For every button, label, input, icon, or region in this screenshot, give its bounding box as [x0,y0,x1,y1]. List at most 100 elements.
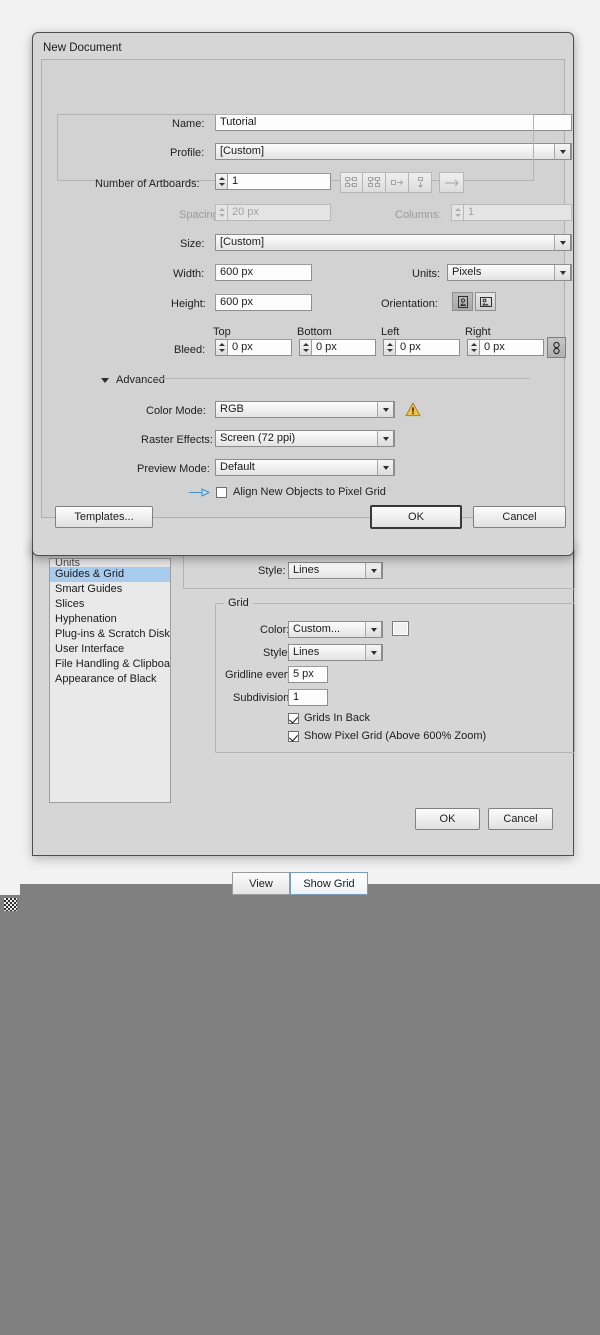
templates-button[interactable]: Templates... [55,506,153,528]
chevron-down-icon[interactable] [554,234,571,251]
advanced-label: Advanced [116,374,165,386]
artboards-stepper[interactable]: 1 [215,173,331,190]
width-input[interactable]: 600 px [215,264,312,281]
prefs-ok-button[interactable]: OK [415,808,480,830]
align-pixel-grid-row[interactable]: Align New Objects to Pixel Grid [188,486,386,498]
bleed-top-label: Top [213,326,231,338]
grids-in-back-checkbox[interactable] [288,712,299,724]
sidebar-item-plugins-scratch-disks[interactable]: Plug-ins & Scratch Disks [50,627,170,642]
bleed-bottom-input[interactable]: 0 px [311,339,376,356]
bleed-left-label: Left [381,326,400,338]
spacing-spinner [215,204,227,221]
cancel-button[interactable]: Cancel [473,506,566,528]
tab-show-grid[interactable]: Show Grid [290,872,368,895]
link-bleed-values-icon[interactable] [547,337,566,358]
show-pixel-grid-checkbox[interactable] [288,730,299,742]
bleed-left-stepper[interactable]: 0 px [383,339,460,356]
align-pixel-grid-checkbox[interactable] [216,486,227,498]
gridline-every-input[interactable]: 5 px [288,666,328,683]
units-select[interactable]: Pixels [447,264,572,281]
grid-color-select[interactable]: Custom... [288,621,383,638]
preview-mode-label: Preview Mode: [137,463,210,475]
grid-group-title: Grid [224,597,253,609]
sidebar-item-smart-guides[interactable]: Smart Guides [50,582,170,597]
bleed-right-input[interactable]: 0 px [479,339,544,356]
grids-in-back-row[interactable]: Grids In Back [288,712,370,724]
chevron-down-icon[interactable] [377,430,394,447]
resize-grip-icon[interactable] [4,898,17,911]
sidebar-item-units[interactable]: Units [50,559,170,567]
bleed-right-stepper[interactable]: 0 px [467,339,544,356]
preferences-dialog: Units Guides & Grid Smart Guides Slices … [32,540,575,856]
grid-style-label: Style: [263,647,291,659]
artboard-layout-buttons[interactable] [340,172,432,193]
sidebar-item-file-handling-clipboard[interactable]: File Handling & Clipboard [50,657,170,672]
bleed-top-spinner[interactable] [215,339,227,356]
sidebar-item-hyphenation[interactable]: Hyphenation [50,612,170,627]
size-value: [Custom] [220,236,265,248]
bleed-right-label: Right [465,326,491,338]
show-pixel-grid-row[interactable]: Show Pixel Grid (Above 600% Zoom) [288,730,486,742]
chevron-down-icon[interactable] [365,621,382,638]
new-document-dialog-title: New Document [43,42,122,54]
preview-mode-select[interactable]: Default [215,459,395,476]
color-mode-value: RGB [220,403,244,415]
raster-effects-select[interactable]: Screen (72 ppi) [215,430,395,447]
tab-view[interactable]: View [232,872,290,895]
triangle-down-icon[interactable] [101,377,109,383]
chevron-down-icon[interactable] [377,459,394,476]
arrange-by-column-icon[interactable] [409,172,432,193]
chevron-down-icon[interactable] [554,143,571,160]
artboards-input[interactable]: 1 [227,173,331,190]
chevron-down-icon[interactable] [365,562,382,579]
grid-color-swatch[interactable] [392,621,409,636]
columns-spinner [451,204,463,221]
sidebar-item-slices[interactable]: Slices [50,597,170,612]
bleed-bottom-stepper[interactable]: 0 px [299,339,376,356]
orientation-buttons[interactable] [452,292,496,311]
guides-style-select[interactable]: Lines [288,562,383,579]
spacing-stepper: 20 px [215,204,331,221]
artboard-options-group [57,114,534,181]
arrange-by-row-icon[interactable] [386,172,409,193]
columns-label: Columns: [395,209,442,221]
sidebar-item-guides-grid[interactable]: Guides & Grid [50,567,170,582]
subdivisions-input[interactable]: 1 [288,689,328,706]
ok-button[interactable]: OK [370,505,462,529]
grid-style-value: Lines [293,646,320,658]
bleed-top-input[interactable]: 0 px [227,339,292,356]
bleed-label: Bleed: [174,344,206,356]
advanced-disclosure[interactable]: Advanced [101,374,165,386]
height-input[interactable]: 600 px [215,294,312,311]
bleed-left-input[interactable]: 0 px [395,339,460,356]
prefs-cancel-button[interactable]: Cancel [488,808,553,830]
new-document-dialog: New Document Name: Tutorial Profile: [Cu… [32,32,574,556]
columns-stepper: 1 [451,204,572,221]
chevron-down-icon[interactable] [377,401,394,418]
bleed-right-spinner[interactable] [467,339,479,356]
artboard-direction-buttons[interactable] [439,172,464,193]
raster-effects-value: Screen (72 ppi) [220,432,296,444]
color-mode-select[interactable]: RGB [215,401,395,418]
guides-style-value: Lines [293,564,320,576]
artboards-spinner[interactable] [215,173,227,190]
grid-by-row-icon[interactable] [340,172,363,193]
portrait-orientation-icon[interactable] [452,292,473,311]
grid-style-select[interactable]: Lines [288,644,383,661]
sidebar-item-appearance-of-black[interactable]: Appearance of Black [50,672,170,687]
grid-by-column-icon[interactable] [363,172,386,193]
bleed-bottom-spinner[interactable] [299,339,311,356]
bleed-top-stepper[interactable]: 0 px [215,339,292,356]
change-to-right-to-left-layout-icon[interactable] [439,172,464,193]
columns-input: 1 [463,204,572,221]
bleed-left-spinner[interactable] [383,339,395,356]
sidebar-item-user-interface[interactable]: User Interface [50,642,170,657]
preferences-category-list[interactable]: Units Guides & Grid Smart Guides Slices … [49,558,171,803]
size-select[interactable]: [Custom] [215,234,572,251]
units-value: Pixels [452,266,482,278]
height-label: Height: [171,298,206,310]
chevron-down-icon[interactable] [554,264,571,281]
chevron-down-icon[interactable] [365,644,382,661]
color-mode-label: Color Mode: [146,405,206,417]
landscape-orientation-icon[interactable] [475,292,496,311]
